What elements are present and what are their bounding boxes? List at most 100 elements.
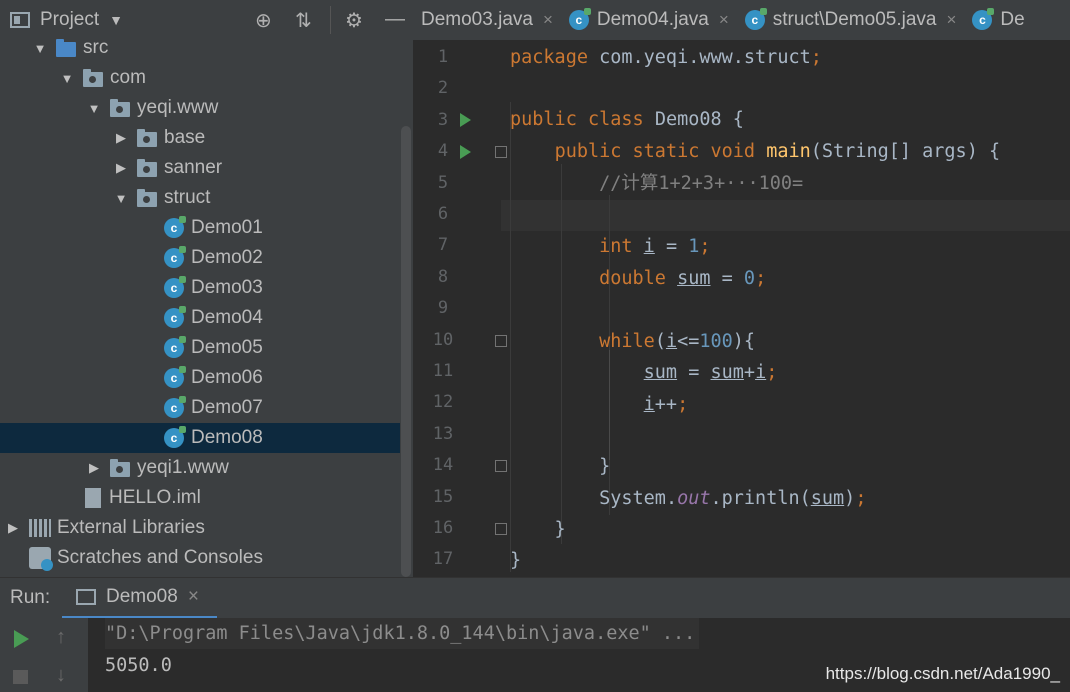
tree-item-label: sanner bbox=[164, 157, 223, 178]
source-folder-icon bbox=[56, 38, 76, 57]
java-class-icon: c bbox=[164, 216, 186, 238]
editor-tab-label: Demo04.java bbox=[596, 9, 709, 30]
package-folder-icon bbox=[83, 68, 103, 87]
editor-tab[interactable]: Demo03.java × bbox=[413, 0, 561, 40]
collapsed-arrow-icon[interactable]: ▶ bbox=[86, 460, 102, 476]
line-number: 5 bbox=[437, 172, 449, 193]
run-tab-label: Demo08 bbox=[106, 586, 178, 607]
tree-scrollbar[interactable] bbox=[401, 126, 411, 577]
tree-item[interactable]: ▼ src bbox=[0, 33, 400, 63]
editor-tab-label: struct\Demo05.java bbox=[772, 9, 937, 30]
collapsed-arrow-icon[interactable]: ▶ bbox=[113, 130, 129, 146]
tree-item[interactable]: c Demo02 bbox=[0, 243, 400, 273]
collapsed-arrow-icon[interactable]: ▶ bbox=[5, 520, 21, 536]
line-number: 14 bbox=[432, 455, 454, 476]
tree-item[interactable]: c Demo07 bbox=[0, 393, 400, 423]
close-icon[interactable]: × bbox=[719, 10, 729, 30]
code-line-5: //计算1+2+3+···100= bbox=[599, 173, 804, 194]
tree-item[interactable]: c Demo01 bbox=[0, 213, 400, 243]
arrow-down-icon[interactable]: ↓ bbox=[56, 664, 66, 687]
java-class-icon: c bbox=[568, 8, 591, 30]
line-number: 13 bbox=[432, 423, 454, 444]
tree-item-label: yeqi.www bbox=[137, 97, 219, 118]
close-icon[interactable]: × bbox=[946, 10, 956, 30]
fold-marker-icon[interactable] bbox=[495, 523, 507, 535]
code-line-17: } bbox=[510, 550, 522, 571]
fold-marker-icon[interactable] bbox=[495, 146, 507, 158]
tree-item[interactable]: c Demo04 bbox=[0, 303, 400, 333]
run-tab-demo08[interactable]: Demo08 × bbox=[62, 578, 217, 619]
arrow-up-icon[interactable]: ↑ bbox=[56, 626, 66, 649]
locate-icon[interactable]: ⊕ bbox=[255, 8, 272, 33]
tree-item-label: Demo05 bbox=[191, 337, 263, 358]
editor-tab-label: Demo03.java bbox=[421, 9, 533, 30]
code-line-15: System.out.println(sum); bbox=[599, 488, 867, 509]
library-icon bbox=[29, 519, 51, 537]
collapsed-arrow-icon[interactable]: ▶ bbox=[113, 160, 129, 176]
tree-item[interactable]: c Demo05 bbox=[0, 333, 400, 363]
tree-item[interactable]: HELLO.iml bbox=[0, 483, 400, 513]
editor-tab[interactable]: c struct\Demo05.java × bbox=[737, 0, 965, 40]
tree-item[interactable]: ▶ sanner bbox=[0, 153, 400, 183]
tree-item[interactable]: c Demo08 bbox=[0, 423, 400, 453]
close-icon[interactable]: × bbox=[543, 10, 553, 30]
tree-item[interactable]: c Demo03 bbox=[0, 273, 400, 303]
run-class-icon[interactable] bbox=[460, 113, 471, 127]
code-line-16: } bbox=[510, 519, 566, 540]
java-class-icon: c bbox=[164, 366, 186, 388]
tree-item[interactable]: ▶ yeqi1.www bbox=[0, 453, 400, 483]
rerun-icon[interactable] bbox=[14, 630, 29, 648]
expanded-arrow-icon[interactable]: ▼ bbox=[32, 41, 48, 56]
tree-item[interactable]: ▼ com bbox=[0, 63, 400, 93]
close-icon[interactable]: × bbox=[188, 586, 199, 608]
tree-item[interactable]: c Demo06 bbox=[0, 363, 400, 393]
java-class-icon: c bbox=[164, 246, 186, 268]
line-number: 10 bbox=[432, 329, 454, 350]
code-line-8: double sum = 0; bbox=[599, 268, 767, 289]
line-number: 1 bbox=[437, 47, 449, 67]
tree-item[interactable]: ▶ External Libraries bbox=[0, 513, 400, 543]
fold-marker-icon[interactable] bbox=[495, 460, 507, 472]
tree-item-label: Scratches and Consoles bbox=[57, 547, 263, 568]
minimize-icon[interactable]: — bbox=[385, 8, 405, 31]
tree-item-label: External Libraries bbox=[57, 517, 205, 538]
editor-tab[interactable]: c Demo04.java × bbox=[561, 0, 737, 40]
watermark: https://blog.csdn.net/Ada1990_ bbox=[825, 664, 1060, 683]
iml-file-icon bbox=[85, 488, 101, 508]
tree-item[interactable]: ▶ base bbox=[0, 123, 400, 153]
tree-item-label: src bbox=[83, 37, 109, 58]
package-folder-icon bbox=[110, 98, 130, 117]
tree-item[interactable]: Scratches and Consoles bbox=[0, 543, 400, 573]
code-line-14: } bbox=[510, 456, 611, 477]
package-folder-icon bbox=[137, 158, 157, 177]
tree-item-label: base bbox=[164, 127, 206, 148]
code-line-4: public static void main(String[] args) { bbox=[554, 141, 1001, 162]
editor-tab[interactable]: c De bbox=[964, 0, 1032, 40]
chevron-down-icon[interactable]: ▼ bbox=[109, 12, 123, 28]
code-line-12: i++; bbox=[643, 394, 689, 415]
expanded-arrow-icon[interactable]: ▼ bbox=[59, 71, 75, 86]
tree-item[interactable]: ▼ yeqi.www bbox=[0, 93, 400, 123]
tree-item-label: Demo01 bbox=[191, 217, 263, 238]
editor-tabs: Demo03.java × c Demo04.java × c struct\Demo05.… bbox=[413, 0, 1070, 40]
toolbar-divider bbox=[330, 6, 331, 34]
run-main-icon[interactable] bbox=[460, 145, 471, 159]
expanded-arrow-icon[interactable]: ▼ bbox=[86, 101, 102, 116]
current-line-highlight bbox=[501, 200, 1070, 231]
tree-item[interactable]: ▼ struct bbox=[0, 183, 400, 213]
code-line-10: while(i<=100){ bbox=[599, 331, 756, 352]
project-title[interactable]: Project bbox=[40, 9, 99, 31]
gear-icon[interactable]: ⚙ bbox=[345, 8, 363, 33]
line-number: 2 bbox=[437, 78, 449, 99]
expanded-arrow-icon[interactable]: ▼ bbox=[113, 191, 129, 206]
tree-item-label: com bbox=[110, 67, 146, 88]
fold-marker-icon[interactable] bbox=[495, 335, 507, 347]
project-icon bbox=[10, 12, 30, 28]
stop-icon[interactable] bbox=[13, 670, 28, 684]
code-line-11: sum = sum+i; bbox=[643, 362, 778, 383]
code-editor[interactable]: 1 2 3 4 5 6 7 8 9 10 11 12 13 14 15 16 17 package com.ye… bbox=[413, 40, 1070, 577]
package-folder-icon bbox=[137, 128, 157, 147]
tree-item-label: Demo04 bbox=[191, 307, 263, 328]
scratches-icon bbox=[29, 547, 53, 571]
collapse-icon[interactable]: ⇅ bbox=[295, 8, 312, 33]
